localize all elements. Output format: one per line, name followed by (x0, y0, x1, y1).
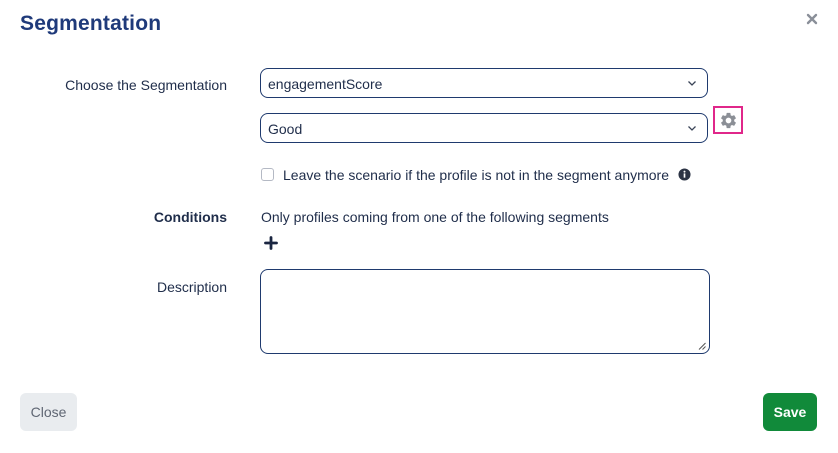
dialog-title: Segmentation (20, 12, 162, 35)
gear-icon (721, 112, 736, 129)
add-condition-button[interactable] (264, 236, 278, 250)
save-button[interactable]: Save (763, 393, 817, 431)
resize-handle-icon[interactable] (698, 342, 706, 350)
close-icon[interactable] (804, 11, 820, 27)
segmentation-dialog: Segmentation Choose the Segmentation eng… (0, 0, 838, 453)
info-icon[interactable] (678, 168, 691, 181)
close-button[interactable]: Close (20, 393, 77, 431)
leave-scenario-checkbox[interactable] (261, 168, 274, 181)
description-label: Description (156, 279, 227, 295)
chevron-down-icon (688, 81, 696, 86)
conditions-text: Only profiles coming from one of the fol… (261, 209, 609, 225)
segmentation-label: Choose the Segmentation (65, 77, 227, 93)
segmentation-select-value: engagementScore (268, 76, 383, 92)
description-textarea[interactable] (260, 269, 710, 354)
segment-select-value: Good (268, 121, 303, 137)
conditions-label: Conditions (153, 209, 227, 225)
segment-settings-button[interactable] (713, 106, 743, 134)
segment-select[interactable]: Good (260, 113, 708, 143)
chevron-down-icon (688, 126, 696, 131)
segmentation-select[interactable]: engagementScore (260, 68, 708, 98)
leave-scenario-label[interactable]: Leave the scenario if the profile is not… (283, 167, 669, 183)
